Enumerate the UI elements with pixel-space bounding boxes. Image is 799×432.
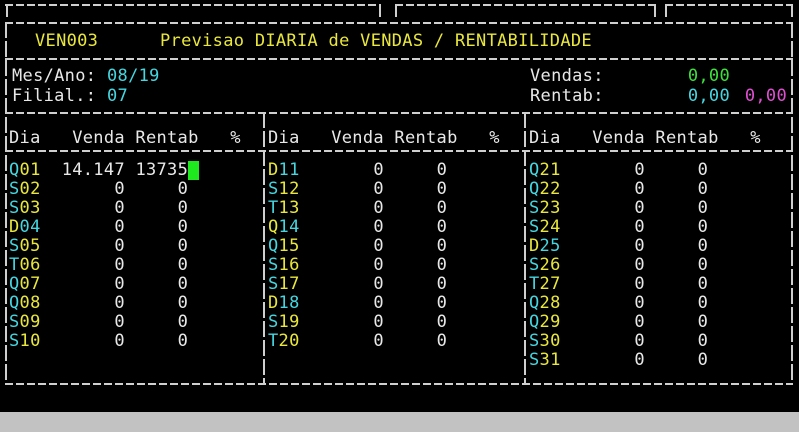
day-number: 31 [540, 350, 561, 370]
venda-rentab-values: 0 0 [561, 217, 709, 237]
table-row: S31 0 0 [529, 351, 708, 370]
day-panel-3: Dia Venda Rentab % Q21 0 0Q22 0 0S23 0 0… [0, 0, 799, 432]
day-number: 29 [540, 312, 561, 332]
day-letter: Q [529, 179, 540, 199]
day-number: 30 [540, 331, 561, 351]
venda-rentab-values: 0 0 [561, 179, 709, 199]
table-row: D25 0 0 [529, 237, 708, 256]
table-row: S24 0 0 [529, 218, 708, 237]
venda-rentab-values: 0 0 [561, 274, 709, 294]
table-row: Q22 0 0 [529, 180, 708, 199]
table-row: T27 0 0 [529, 275, 708, 294]
day-letter: S [529, 350, 540, 370]
day-letter: S [529, 217, 540, 237]
table-row: S30 0 0 [529, 332, 708, 351]
day-letter: T [529, 274, 540, 294]
day-number: 27 [540, 274, 561, 294]
table-row: Q21 0 0 [529, 161, 708, 180]
venda-rentab-values: 0 0 [561, 312, 709, 332]
venda-rentab-values: 0 0 [561, 350, 709, 370]
venda-rentab-values: 0 0 [561, 160, 709, 180]
day-letter: Q [529, 312, 540, 332]
day-letter: Q [529, 160, 540, 180]
day-number: 22 [540, 179, 561, 199]
venda-rentab-values: 0 0 [561, 293, 709, 313]
day-number: 21 [540, 160, 561, 180]
venda-rentab-values: 0 0 [561, 236, 709, 256]
day-letter: S [529, 331, 540, 351]
day-number: 28 [540, 293, 561, 313]
venda-rentab-values: 0 0 [561, 198, 709, 218]
day-number: 26 [540, 255, 561, 275]
table-row: S23 0 0 [529, 199, 708, 218]
window-bottom-bar [0, 412, 799, 432]
column-header: Dia Venda Rentab % [529, 129, 761, 148]
day-letter: D [529, 236, 540, 256]
table-row: S26 0 0 [529, 256, 708, 275]
day-number: 23 [540, 198, 561, 218]
day-letter: Q [529, 293, 540, 313]
day-number: 24 [540, 217, 561, 237]
venda-rentab-values: 0 0 [561, 255, 709, 275]
table-row: Q29 0 0 [529, 313, 708, 332]
day-letter: S [529, 255, 540, 275]
day-number: 25 [540, 236, 561, 256]
table-row: Q28 0 0 [529, 294, 708, 313]
day-letter: S [529, 198, 540, 218]
terminal-screen: VEN003 Previsao DIARIA de VENDAS / RENTA… [0, 0, 799, 432]
venda-rentab-values: 0 0 [561, 331, 709, 351]
